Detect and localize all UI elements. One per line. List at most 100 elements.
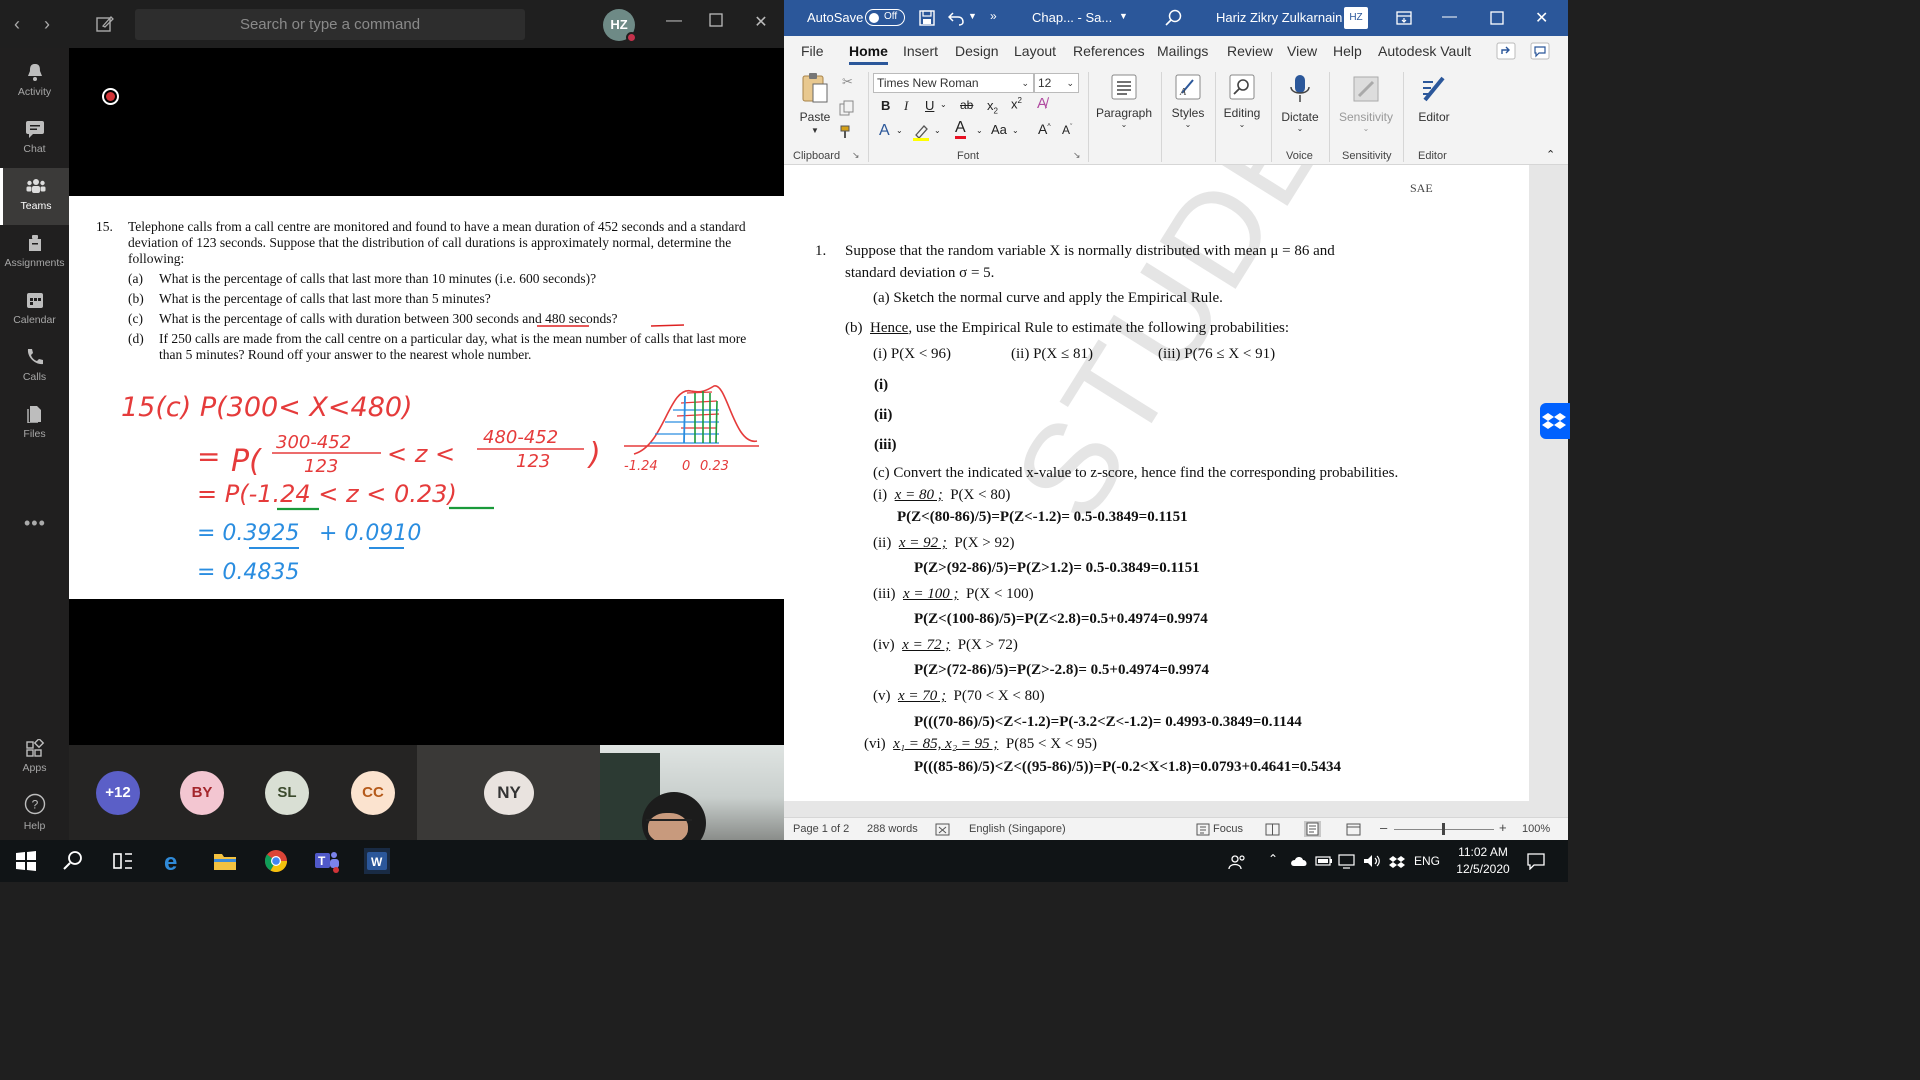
share-icon[interactable] — [1496, 42, 1516, 60]
underline-button[interactable]: U — [925, 98, 934, 113]
ribbon-display-icon[interactable] — [1396, 11, 1412, 25]
paste-button[interactable]: Paste ▼ — [798, 72, 832, 135]
undo-icon[interactable] — [948, 10, 964, 26]
page-count[interactable]: Page 1 of 2 — [793, 823, 849, 835]
tab-mailings[interactable]: Mailings — [1157, 43, 1208, 59]
print-layout-icon[interactable] — [1304, 821, 1321, 837]
volume-icon[interactable] — [1362, 853, 1382, 869]
zoom-slider-thumb[interactable] — [1442, 823, 1445, 835]
system-clock[interactable]: 11:02 AM 12/5/2020 — [1448, 844, 1518, 878]
document-page[interactable]: STUDENT COPY SAE 1. Suppose that the ran… — [784, 165, 1568, 801]
rail-calendar[interactable]: Calendar — [0, 282, 69, 339]
rail-files[interactable]: Files — [0, 396, 69, 453]
user-avatar[interactable]: HZ — [1344, 7, 1368, 29]
change-case-button[interactable]: Aa — [991, 122, 1007, 137]
search-icon[interactable] — [1165, 9, 1182, 26]
underline-dropdown-icon[interactable]: ⌄ — [940, 100, 947, 109]
rail-teams[interactable]: Teams — [0, 168, 69, 225]
search-icon[interactable] — [60, 848, 86, 874]
dropdown-icon[interactable]: ⌄ — [934, 126, 941, 135]
word-count[interactable]: 288 words — [867, 823, 918, 835]
minimize-icon[interactable]: — — [1442, 8, 1457, 25]
dropbox-icon[interactable] — [1540, 403, 1570, 439]
user-name[interactable]: Hariz Zikry Zulkarnain — [1216, 10, 1342, 25]
rail-assignments[interactable]: Assignments — [0, 225, 69, 282]
sensitivity-button[interactable]: Sensitivity ⌄ — [1336, 74, 1396, 133]
tab-insert[interactable]: Insert — [903, 43, 938, 59]
chrome-icon[interactable] — [263, 848, 289, 874]
file-explorer-icon[interactable] — [212, 848, 238, 874]
new-chat-icon[interactable] — [96, 15, 114, 33]
maximize-icon[interactable] — [1490, 11, 1504, 25]
participant-tile[interactable]: NY — [417, 745, 601, 840]
editor-button[interactable]: Editor — [1410, 74, 1458, 124]
strikethrough-button[interactable]: ab — [960, 98, 973, 112]
tray-expand-icon[interactable]: ⌃ — [1268, 852, 1278, 866]
edge-browser-icon[interactable]: e — [161, 848, 187, 874]
editing-button[interactable]: Editing ⌄ — [1220, 74, 1264, 129]
tab-help[interactable]: Help — [1333, 43, 1362, 59]
windows-start-icon[interactable] — [13, 848, 39, 874]
save-icon[interactable] — [919, 10, 935, 26]
comments-icon[interactable] — [1530, 42, 1550, 60]
document-title[interactable]: Chap... - Sa... — [1032, 10, 1112, 25]
zoom-out-icon[interactable]: – — [1380, 820, 1387, 835]
undo-dropdown-icon[interactable]: ▼ — [968, 11, 977, 21]
zoom-level[interactable]: 100% — [1522, 823, 1550, 835]
self-camera-video[interactable] — [600, 745, 784, 840]
text-effects-icon[interactable]: A — [879, 122, 890, 140]
rail-activity[interactable]: Activity — [0, 54, 69, 111]
task-view-icon[interactable] — [110, 848, 136, 874]
notifications-icon[interactable] — [1526, 852, 1546, 870]
network-icon[interactable] — [1338, 853, 1356, 869]
tab-design[interactable]: Design — [955, 43, 999, 59]
tab-layout[interactable]: Layout — [1014, 43, 1056, 59]
more-commands-icon[interactable]: » — [990, 9, 997, 23]
tab-references[interactable]: References — [1073, 43, 1145, 59]
proofing-icon[interactable] — [935, 823, 950, 836]
dropbox-tray-icon[interactable] — [1389, 853, 1405, 869]
avatar[interactable]: HZ — [603, 9, 637, 43]
bold-button[interactable]: B — [881, 98, 890, 113]
people-icon[interactable] — [1228, 853, 1246, 871]
font-color-icon[interactable]: A — [955, 120, 966, 139]
dropdown-icon[interactable]: ⌄ — [1012, 126, 1019, 135]
copy-icon[interactable] — [839, 100, 855, 116]
styles-button[interactable]: A Styles ⌄ — [1168, 74, 1208, 129]
focus-icon[interactable] — [1196, 823, 1210, 836]
battery-icon[interactable] — [1315, 855, 1333, 867]
shrink-font-button[interactable]: Aˇ — [1062, 123, 1072, 137]
minimize-icon[interactable]: — — [662, 12, 686, 30]
font-size-combo[interactable]: 12 ⌄ — [1034, 73, 1079, 93]
forward-icon[interactable]: › — [44, 14, 50, 35]
rail-apps[interactable]: Apps — [0, 730, 69, 787]
participant-avatar[interactable]: SL — [265, 771, 309, 815]
rail-help[interactable]: ? Help — [0, 787, 69, 844]
web-layout-icon[interactable] — [1346, 823, 1361, 836]
input-language[interactable]: ENG — [1414, 854, 1440, 868]
more-apps-icon[interactable]: ••• — [24, 513, 46, 534]
dropdown-icon[interactable]: ⌄ — [896, 126, 903, 135]
rail-chat[interactable]: Chat — [0, 111, 69, 168]
dropdown-icon[interactable]: ⌄ — [976, 126, 983, 135]
subscript-button[interactable]: x2 — [987, 98, 998, 116]
participant-overflow[interactable]: +12 — [96, 771, 140, 815]
language[interactable]: English (Singapore) — [969, 823, 1066, 835]
participant-avatar[interactable]: BY — [180, 771, 224, 815]
tab-home[interactable]: Home — [849, 43, 888, 65]
close-icon[interactable]: ✕ — [1535, 8, 1548, 28]
close-icon[interactable]: ✕ — [749, 12, 773, 32]
italic-button[interactable]: I — [904, 98, 908, 114]
tab-autodesk-vault[interactable]: Autodesk Vault — [1378, 43, 1471, 59]
tab-review[interactable]: Review — [1227, 43, 1273, 59]
tab-file[interactable]: File — [801, 43, 824, 59]
clear-formatting-icon[interactable]: A̸ — [1037, 95, 1047, 112]
cut-icon[interactable]: ✂ — [842, 74, 853, 90]
focus-button[interactable]: Focus — [1213, 823, 1243, 835]
search-input[interactable]: Search or type a command — [135, 9, 525, 40]
font-name-combo[interactable]: Times New Roman ⌄ — [873, 73, 1034, 93]
dictate-button[interactable]: Dictate ⌄ — [1278, 74, 1322, 133]
maximize-icon[interactable] — [704, 13, 728, 32]
title-dropdown-icon[interactable]: ▼ — [1119, 11, 1128, 21]
teams-app-icon[interactable]: T — [314, 848, 340, 874]
